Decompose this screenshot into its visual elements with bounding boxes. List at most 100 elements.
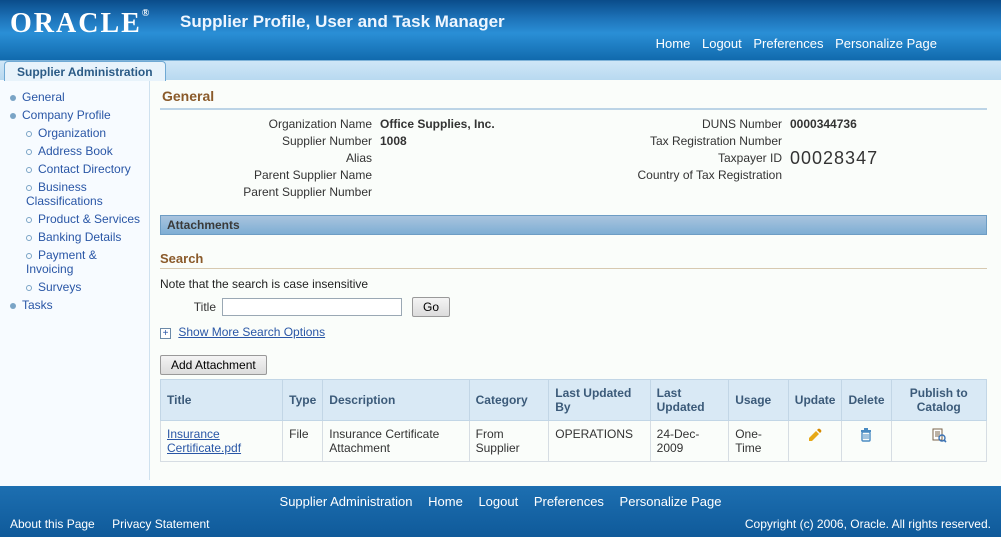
about-this-page[interactable]: About this Page <box>10 517 95 531</box>
label-taxpayer: Taxpayer ID <box>600 150 790 167</box>
sidebar: General Company Profile Organization Add… <box>0 80 150 480</box>
sidebar-item-payment-invoicing[interactable]: Payment & Invoicing <box>6 246 143 278</box>
circle-icon <box>26 167 32 173</box>
go-button[interactable]: Go <box>412 297 450 317</box>
sidebar-item-organization[interactable]: Organization <box>6 124 143 142</box>
attachment-toolbar: Add Attachment <box>160 355 987 375</box>
sidebar-item-company-profile[interactable]: Company Profile <box>6 106 143 124</box>
tab-bar: Supplier Administration <box>0 60 1001 80</box>
footer-home[interactable]: Home <box>428 494 463 509</box>
col-usage[interactable]: Usage <box>729 380 789 421</box>
page-title: General <box>160 84 987 110</box>
sidebar-label-organization[interactable]: Organization <box>38 126 106 140</box>
sidebar-item-general[interactable]: General <box>6 88 143 106</box>
sidebar-item-business-classifications[interactable]: Business Classifications <box>6 178 143 210</box>
circle-icon <box>26 131 32 137</box>
search-title-label: Title <box>160 300 216 314</box>
sidebar-label-product-services[interactable]: Product & Services <box>38 212 140 226</box>
value-parent-name <box>380 167 600 184</box>
col-title[interactable]: Title <box>161 380 283 421</box>
app-title: Supplier Profile, User and Task Manager <box>180 12 505 32</box>
expand-icon[interactable]: + <box>160 328 171 339</box>
sidebar-item-banking-details[interactable]: Banking Details <box>6 228 143 246</box>
search-row: Title Go <box>160 297 987 317</box>
circle-icon <box>26 285 32 291</box>
attachment-category: From Supplier <box>469 421 549 462</box>
sidebar-label-address-book[interactable]: Address Book <box>38 144 113 158</box>
attachments-header: Attachments <box>160 215 987 235</box>
nav-preferences[interactable]: Preferences <box>753 36 823 51</box>
privacy-statement[interactable]: Privacy Statement <box>112 517 209 531</box>
col-last-updated-by[interactable]: Last Updated By <box>549 380 650 421</box>
footer-bottom: About this Page Privacy Statement Copyri… <box>0 513 1001 537</box>
attachment-last-updated: 24-Dec-2009 <box>650 421 729 462</box>
label-tax-reg: Tax Registration Number <box>600 133 790 150</box>
attachment-title-link[interactable]: Insurance Certificate.pdf <box>167 427 241 455</box>
add-attachment-button[interactable]: Add Attachment <box>160 355 267 375</box>
sidebar-label-banking-details[interactable]: Banking Details <box>38 230 121 244</box>
bullet-icon <box>10 303 16 309</box>
circle-icon <box>26 185 32 191</box>
content-layout: General Company Profile Organization Add… <box>0 80 1001 486</box>
sidebar-label-tasks[interactable]: Tasks <box>22 298 53 312</box>
sidebar-label-company-profile[interactable]: Company Profile <box>22 108 111 122</box>
nav-home[interactable]: Home <box>656 36 691 51</box>
sidebar-label-contact-directory[interactable]: Contact Directory <box>38 162 131 176</box>
pencil-icon[interactable] <box>807 427 823 443</box>
attachment-last-updated-by: OPERATIONS <box>549 421 650 462</box>
empty <box>600 184 790 201</box>
logo-reg: ® <box>142 8 151 19</box>
sidebar-item-product-services[interactable]: Product & Services <box>6 210 143 228</box>
col-publish[interactable]: Publish to Catalog <box>891 380 987 421</box>
value-parent-number <box>380 184 600 201</box>
sidebar-item-contact-directory[interactable]: Contact Directory <box>6 160 143 178</box>
footer-logout[interactable]: Logout <box>478 494 518 509</box>
nav-personalize[interactable]: Personalize Page <box>835 36 937 51</box>
sidebar-label-surveys[interactable]: Surveys <box>38 280 81 294</box>
search-section: Search Note that the search is case inse… <box>160 249 987 339</box>
circle-icon <box>26 217 32 223</box>
attachment-description: Insurance Certificate Attachment <box>323 421 469 462</box>
value-supplier-number: 1008 <box>380 133 600 150</box>
label-supplier-number: Supplier Number <box>160 133 380 150</box>
label-duns: DUNS Number <box>600 116 790 133</box>
sidebar-label-general[interactable]: General <box>22 90 65 104</box>
value-duns: 0000344736 <box>790 116 940 133</box>
sidebar-label-payment-invoicing[interactable]: Payment & Invoicing <box>26 248 97 276</box>
copyright: Copyright (c) 2006, Oracle. All rights r… <box>745 517 991 531</box>
col-last-updated[interactable]: Last Updated <box>650 380 729 421</box>
empty <box>790 184 940 201</box>
value-country-tax <box>790 167 940 184</box>
col-category[interactable]: Category <box>469 380 549 421</box>
sidebar-label-business-classifications[interactable]: Business Classifications <box>26 180 103 208</box>
supplier-info: Organization Name Office Supplies, Inc. … <box>160 116 987 201</box>
col-delete[interactable]: Delete <box>842 380 891 421</box>
col-description[interactable]: Description <box>323 380 469 421</box>
circle-icon <box>26 253 32 259</box>
sidebar-item-tasks[interactable]: Tasks <box>6 296 143 314</box>
col-update[interactable]: Update <box>788 380 842 421</box>
trash-icon[interactable] <box>858 427 874 443</box>
sidebar-item-address-book[interactable]: Address Book <box>6 142 143 160</box>
logo-text: ORACLE <box>10 8 142 39</box>
publish-icon[interactable] <box>931 427 947 443</box>
search-title-input[interactable] <box>222 298 402 316</box>
table-header-row: Title Type Description Category Last Upd… <box>161 380 987 421</box>
value-alias <box>380 150 600 167</box>
show-more-search-options[interactable]: Show More Search Options <box>178 325 325 339</box>
header-banner: ORACLE® Supplier Profile, User and Task … <box>0 0 1001 60</box>
value-org-name: Office Supplies, Inc. <box>380 116 600 133</box>
sidebar-item-surveys[interactable]: Surveys <box>6 278 143 296</box>
col-type[interactable]: Type <box>283 380 323 421</box>
top-nav: Home Logout Preferences Personalize Page <box>652 36 941 51</box>
label-org-name: Organization Name <box>160 116 380 133</box>
search-note: Note that the search is case insensitive <box>160 277 987 291</box>
tab-supplier-administration[interactable]: Supplier Administration <box>4 61 166 81</box>
footer-personalize[interactable]: Personalize Page <box>620 494 722 509</box>
label-parent-number: Parent Supplier Number <box>160 184 380 201</box>
main-content: General Organization Name Office Supplie… <box>150 80 1001 486</box>
label-alias: Alias <box>160 150 380 167</box>
nav-logout[interactable]: Logout <box>702 36 742 51</box>
footer-admin[interactable]: Supplier Administration <box>280 494 413 509</box>
footer-prefs[interactable]: Preferences <box>534 494 604 509</box>
